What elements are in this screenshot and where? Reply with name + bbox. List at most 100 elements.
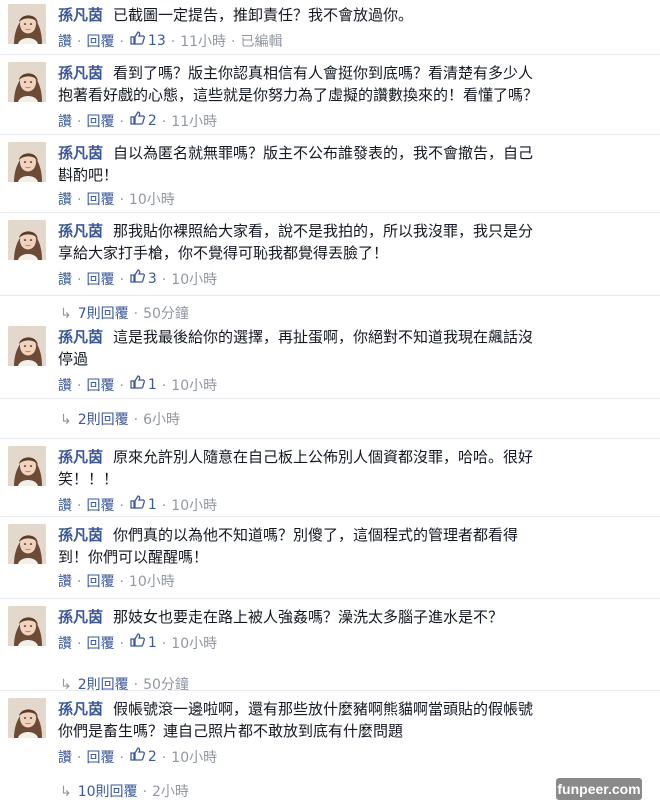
reply-link[interactable]: 回覆: [86, 192, 114, 208]
avatar[interactable]: [8, 326, 46, 366]
timestamp[interactable]: 10小時: [171, 636, 217, 652]
separator: ·: [77, 34, 82, 50]
like-count[interactable]: 2: [129, 110, 157, 132]
avatar[interactable]: [8, 698, 46, 738]
reply-link[interactable]: 回覆: [86, 574, 114, 590]
separator: ·: [161, 750, 167, 766]
comment-body: 孫凡茵 這是我最後給你的選擇，再扯蛋啊，你絕對不知道我現在飆話沒 停過讚 · 回覆 · 1 ·…: [58, 326, 646, 396]
timestamp[interactable]: 10小時: [171, 272, 217, 288]
comment-body: 孫凡茵 那我貼你裸照給大家看，說不是我拍的，所以我沒罪，我只是分享給大家打手槍，你…: [58, 220, 646, 290]
like-link[interactable]: 讚: [58, 750, 72, 766]
divider: [0, 598, 660, 599]
comment-line: 孫凡茵 這是我最後給你的選擇，再扯蛋啊，你絕對不知道我現在飆話沒: [58, 326, 646, 348]
separator: ·: [77, 750, 82, 766]
comment-text: 已截圖一定提告，推卸責任？我不會放過你。: [113, 6, 414, 24]
divider: [0, 690, 660, 691]
commenter-name[interactable]: 孫凡茵: [58, 6, 103, 24]
comment-line: 孫凡茵 你們真的以為他不知道嗎？別傻了，這個程式的管理者都看得: [58, 524, 646, 546]
view-replies[interactable]: ↳ 2則回覆 · 6小時: [60, 409, 180, 429]
comment-text: 你們是畜生嗎？連自己照片都不敢放到底有什麼問題: [58, 722, 404, 740]
like-link[interactable]: 讚: [58, 378, 72, 394]
like-count[interactable]: 3: [129, 268, 157, 290]
separator: ·: [119, 498, 124, 514]
reply-link[interactable]: 回覆: [86, 34, 114, 50]
like-link[interactable]: 讚: [58, 272, 72, 288]
separator: ·: [119, 378, 124, 394]
like-count[interactable]: 1: [129, 494, 157, 516]
view-replies[interactable]: ↳ 10則回覆 · 2小時: [60, 781, 189, 801]
timestamp[interactable]: 10小時: [171, 378, 217, 394]
timestamp[interactable]: 11小時: [180, 34, 226, 50]
comment-text: 那我貼你裸照給大家看，說不是我拍的，所以我沒罪，我只是分: [113, 222, 534, 240]
comment-text: 停過: [58, 350, 89, 368]
like-count-value: 1: [147, 377, 157, 393]
comment-line: 孫凡茵 看到了嗎？版主你認真相信有人會挺你到底嗎？看清楚有多少人: [58, 62, 646, 84]
separator: ·: [133, 306, 139, 322]
avatar[interactable]: [8, 606, 46, 646]
like-count[interactable]: 2: [129, 746, 157, 768]
like-count[interactable]: 13: [129, 30, 166, 52]
like-count[interactable]: 1: [129, 632, 157, 654]
timestamp[interactable]: 10小時: [171, 750, 217, 766]
like-link[interactable]: 讚: [58, 574, 72, 590]
view-replies[interactable]: ↳ 2則回覆 · 50分鐘: [60, 674, 189, 694]
comment-actions: 讚 · 回覆 · 13 · 11小時 · 已編輯: [58, 30, 646, 52]
like-count-value: 1: [147, 635, 157, 651]
separator: ·: [77, 378, 82, 394]
commenter-name[interactable]: 孫凡茵: [58, 608, 103, 626]
separator: ·: [142, 784, 148, 800]
comment-text: 假帳號滾一邊啦啊，還有那些放什麼豬啊熊貓啊當頭貼的假帳號: [113, 700, 534, 718]
comment-line: 孫凡茵 已截圖一定提告，推卸責任？我不會放過你。: [58, 4, 646, 26]
like-count[interactable]: 1: [129, 374, 157, 396]
reply-link[interactable]: 回覆: [86, 498, 114, 514]
avatar[interactable]: [8, 4, 46, 44]
avatar[interactable]: [8, 220, 46, 260]
like-link[interactable]: 讚: [58, 636, 72, 652]
reply-link[interactable]: 回覆: [86, 636, 114, 652]
view-replies[interactable]: ↳ 7則回覆 · 50分鐘: [60, 303, 189, 323]
reply-link[interactable]: 回覆: [86, 272, 114, 288]
thumbs-up-icon: [129, 746, 148, 768]
replies-time: 2小時: [152, 784, 189, 800]
separator: ·: [161, 378, 167, 394]
like-link[interactable]: 讚: [58, 192, 72, 208]
like-link[interactable]: 讚: [58, 114, 72, 130]
comment-line: 孫凡茵 假帳號滾一邊啦啊，還有那些放什麼豬啊熊貓啊當頭貼的假帳號: [58, 698, 646, 720]
timestamp[interactable]: 11小時: [171, 114, 217, 130]
comment-actions: 讚 · 回覆 · 2 · 11小時: [58, 110, 646, 132]
avatar[interactable]: [8, 446, 46, 486]
avatar[interactable]: [8, 524, 46, 564]
commenter-name[interactable]: 孫凡茵: [58, 526, 103, 544]
replies-count[interactable]: 10則回覆: [78, 784, 138, 800]
separator: ·: [133, 412, 139, 428]
like-count-value: 2: [147, 749, 157, 765]
comment-body: 孫凡茵 已截圖一定提告，推卸責任？我不會放過你。讚 · 回覆 · 13 · 11小時 · 已編輯: [58, 4, 646, 52]
commenter-name[interactable]: 孫凡茵: [58, 64, 103, 82]
reply-link[interactable]: 回覆: [86, 114, 114, 130]
commenter-name[interactable]: 孫凡茵: [58, 328, 103, 346]
commenter-name[interactable]: 孫凡茵: [58, 144, 103, 162]
timestamp[interactable]: 10小時: [129, 574, 175, 590]
avatar[interactable]: [8, 142, 46, 182]
avatar[interactable]: [8, 62, 46, 102]
comment-line: 享給大家打手槍，你不覺得可恥我都覺得丟臉了！: [58, 242, 646, 264]
replies-count[interactable]: 2則回覆: [78, 412, 129, 428]
timestamp[interactable]: 10小時: [129, 192, 175, 208]
replies-count[interactable]: 7則回覆: [78, 306, 129, 322]
commenter-name[interactable]: 孫凡茵: [58, 448, 103, 466]
reply-link[interactable]: 回覆: [86, 378, 114, 394]
thumbs-up-icon: [129, 494, 148, 516]
reply-link[interactable]: 回覆: [86, 750, 114, 766]
commenter-name[interactable]: 孫凡茵: [58, 700, 103, 718]
like-count-value: 13: [147, 33, 166, 49]
separator: ·: [231, 34, 236, 50]
separator: ·: [161, 498, 167, 514]
divider: [0, 54, 660, 55]
timestamp[interactable]: 10小時: [171, 498, 217, 514]
like-link[interactable]: 讚: [58, 498, 72, 514]
comment-text: 到！你們可以醒醒嗎！: [58, 548, 209, 566]
comment-actions: 讚 · 回覆 · 10小時: [58, 190, 646, 210]
commenter-name[interactable]: 孫凡茵: [58, 222, 103, 240]
like-link[interactable]: 讚: [58, 34, 72, 50]
edited-label[interactable]: 已編輯: [240, 34, 282, 50]
